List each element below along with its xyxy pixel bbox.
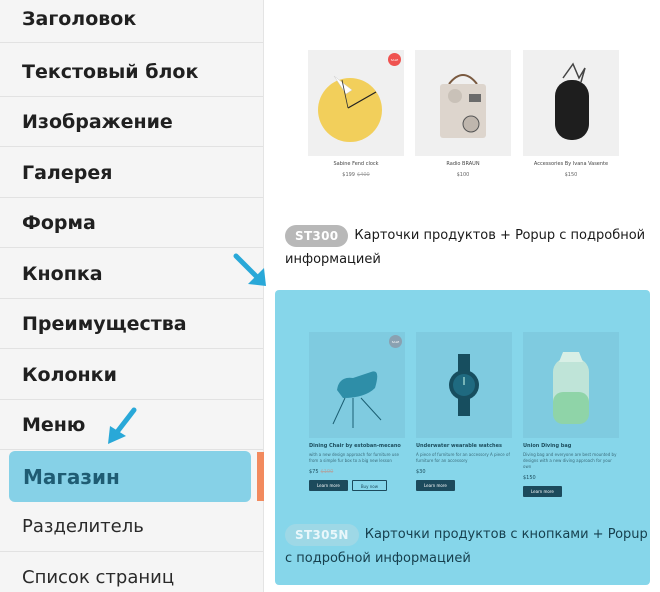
sale-badge: SALE [389, 335, 402, 348]
sidebar-item-label: Меню [22, 413, 86, 436]
arrow-down-right-icon [233, 253, 266, 286]
product-image [416, 332, 512, 438]
sidebar-item-label: Заголовок [22, 8, 137, 30]
product-image [523, 332, 619, 438]
learn-more-button[interactable]: Learn more [523, 486, 562, 497]
sidebar-item-text-block[interactable]: Текстовый блок [0, 47, 263, 97]
product-image [523, 50, 619, 156]
sidebar-item-button[interactable]: Кнопка [0, 249, 263, 299]
sidebar-item-image[interactable]: Изображение [0, 97, 263, 147]
product-image: SALE [309, 332, 405, 438]
product-name: Accessories By Ivana Vasente [533, 161, 609, 167]
learn-more-button[interactable]: Learn more [416, 480, 455, 491]
product-price: $75 $100 [309, 469, 334, 475]
radio-image [440, 74, 486, 138]
product-card: SALE Dining Chair by estoban-mecano with… [309, 332, 405, 491]
sidebar-item-label: Разделитель [22, 516, 144, 537]
product-price: $30 [416, 469, 426, 475]
product-card: Underwater wearable watches A piece of f… [416, 332, 512, 491]
block-code-badge: ST300 [285, 224, 349, 247]
sidebar-item-label: Кнопка [22, 262, 103, 285]
active-indicator [257, 452, 264, 501]
sidebar-item-columns[interactable]: Колонки [0, 350, 263, 400]
product-price: $100 [456, 172, 470, 178]
sale-badge: SALE [388, 53, 401, 66]
product-name: Dining Chair by estoban-mecano [309, 443, 401, 449]
sidebar-item-label: Галерея [22, 161, 113, 184]
product-card: SALE Sabine Fend clock $199 $400 [308, 50, 404, 178]
bag-image [553, 352, 589, 424]
product-name: Radio BRAUN [446, 161, 480, 167]
product-image [415, 50, 511, 156]
arrow-down-left-icon [108, 407, 137, 444]
sidebar-item-label: Форма [22, 211, 96, 234]
chair-image [332, 371, 382, 428]
product-name: Union Diving bag [523, 443, 572, 449]
block-caption: ST305N Карточки продуктов с кнопками + Po… [285, 523, 650, 571]
product-buttons: Learn more [416, 480, 512, 491]
learn-more-button[interactable]: Learn more [309, 480, 348, 491]
sidebar-item-shop[interactable]: Магазин [9, 451, 251, 502]
sidebar: Заголовок Текстовый блок Изображение Гал… [0, 0, 264, 592]
product-name: Sabine Fend clock [333, 161, 379, 167]
buy-now-button[interactable]: Buy now [351, 480, 387, 491]
sidebar-item-gallery[interactable]: Галерея [0, 148, 263, 198]
product-price: $199 $400 [342, 172, 370, 178]
sidebar-item-label: Магазин [23, 464, 120, 489]
product-buttons: Learn more [523, 486, 619, 497]
product-image: SALE [308, 50, 404, 156]
block-code-badge: ST305N [285, 523, 359, 546]
sidebar-item-label: Текстовый блок [22, 60, 199, 83]
vase-image [555, 62, 589, 140]
product-description: Diving bag and everyone are best mounted… [523, 452, 617, 469]
product-description: A piece of furniture for an accessory A … [416, 452, 510, 463]
block-caption: ST300 Карточки продуктов + Popup с подроб… [285, 224, 650, 272]
sidebar-item-divider[interactable]: Разделитель [0, 502, 263, 552]
product-card: Accessories By Ivana Vasente $150 [523, 50, 619, 178]
sidebar-item-label: Изображение [22, 110, 173, 133]
sidebar-item-page-list[interactable]: Список страниц [0, 552, 263, 592]
product-price: $150 [564, 172, 578, 178]
product-card: Radio BRAUN $100 [415, 50, 511, 178]
sidebar-item-label: Список страниц [22, 566, 175, 588]
sidebar-item-heading[interactable]: Заголовок [0, 0, 263, 43]
block-preview-panel: SALE Sabine Fend clock $199 $400 Radio BR… [265, 0, 660, 592]
block-preview-st305n[interactable]: SALE Dining Chair by estoban-mecano with… [275, 290, 650, 585]
product-description: with a new design approach for furniture… [309, 452, 399, 463]
product-price: $150 [523, 475, 536, 481]
sidebar-item-form[interactable]: Форма [0, 198, 263, 248]
sidebar-item-label: Преимущества [22, 312, 187, 335]
product-name: Underwater wearable watches [416, 443, 502, 449]
product-card: Union Diving bag Diving bag and everyone… [523, 332, 619, 497]
watch-image [449, 354, 479, 416]
product-buttons: Learn more Buy now [309, 480, 405, 491]
sidebar-item-label: Колонки [22, 363, 117, 386]
clock-image [318, 75, 382, 142]
sidebar-item-benefits[interactable]: Преимущества [0, 299, 263, 349]
